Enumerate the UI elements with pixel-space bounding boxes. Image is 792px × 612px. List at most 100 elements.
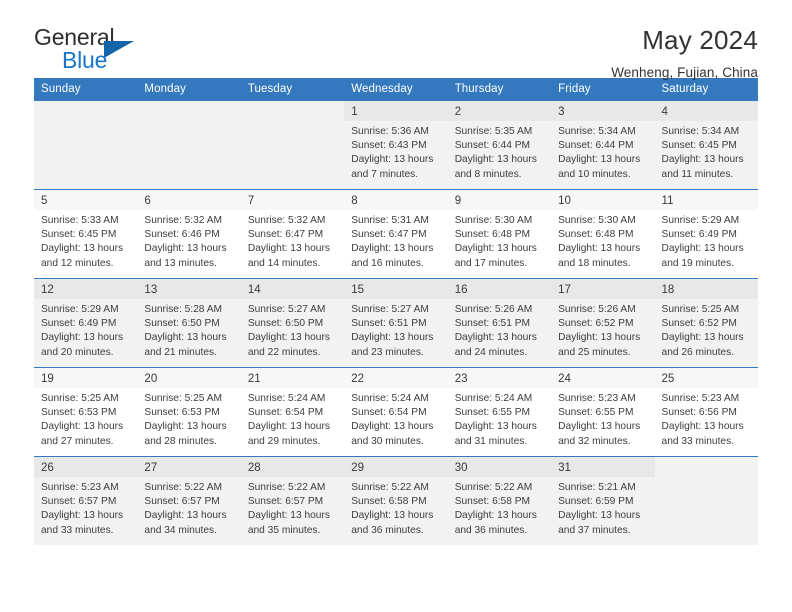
sunset-text: Sunset: 6:44 PM [454,140,531,152]
sunrise-text: Sunrise: 5:27 AM [247,304,326,315]
calendar-day-cell[interactable]: 24 Sunrise: 5:23 AM Sunset: 6:55 PM Dayligh… [551,367,655,457]
logo-text-blue: Blue [62,47,108,73]
calendar-day-cell-empty [137,100,241,190]
day-info: Sunrise: 5:22 AM Sunset: 6:58 PM Daylight:… [344,477,447,538]
day-info: Sunrise: 5:22 AM Sunset: 6:57 PM Daylight:… [137,477,240,538]
calendar-day-cell[interactable]: 25 Sunrise: 5:23 AM Sunset: 6:56 PM Dayligh… [654,367,758,457]
sunrise-text: Sunrise: 5:27 AM [351,304,429,315]
calendar-day-cell[interactable]: 14 Sunrise: 5:27 AM Sunset: 6:50 PM Dayligh… [240,278,345,368]
daylight-text-line2: and 34 minutes. [144,524,217,536]
calendar-day-cell[interactable]: 18 Sunrise: 5:25 AM Sunset: 6:52 PM Dayligh… [654,278,758,368]
sunrise-text: Sunrise: 5:29 AM [41,304,119,315]
calendar-day-cell[interactable]: 28 Sunrise: 5:22 AM Sunset: 6:57 PM Dayligh… [240,456,345,545]
sunrise-text: Sunrise: 5:21 AM [558,482,636,493]
calendar-day-cell-empty [240,100,345,190]
logo-triangle-icon [104,41,134,58]
daylight-text-line2: and 29 minutes. [247,435,321,447]
calendar-day-cell[interactable]: 23 Sunrise: 5:24 AM Sunset: 6:55 PM Dayligh… [447,367,552,457]
day-info: Sunrise: 5:27 AM Sunset: 6:50 PM Daylight:… [241,299,344,360]
sunset-text: Sunset: 6:58 PM [351,496,427,508]
calendar-day-cell[interactable]: 15 Sunrise: 5:27 AM Sunset: 6:51 PM Dayligh… [344,278,448,368]
calendar-day-cell[interactable]: 13 Sunrise: 5:28 AM Sunset: 6:50 PM Dayligh… [137,278,241,368]
calendar-day-cell[interactable]: 26 Sunrise: 5:23 AM Sunset: 6:57 PM Dayligh… [34,456,138,545]
daylight-text-line1: Daylight: 13 hours [661,243,744,255]
calendar-day-cell[interactable]: 7 Sunrise: 5:32 AM Sunset: 6:47 PM Daylight… [240,189,345,279]
calendar-day-cell[interactable]: 20 Sunrise: 5:25 AM Sunset: 6:53 PM Dayligh… [137,367,241,457]
day-number: 13 [137,279,241,299]
calendar-day-cell[interactable]: 21 Sunrise: 5:24 AM Sunset: 6:54 PM Dayligh… [240,367,345,457]
day-info: Sunrise: 5:21 AM Sunset: 6:59 PM Daylight:… [551,477,654,538]
calendar-day-cell[interactable]: 8 Sunrise: 5:31 AM Sunset: 6:47 PM Daylight… [344,189,448,279]
day-info: Sunrise: 5:24 AM Sunset: 6:54 PM Daylight:… [344,388,447,449]
calendar-day-cell[interactable]: 22 Sunrise: 5:24 AM Sunset: 6:54 PM Dayligh… [344,367,448,457]
day-info: Sunrise: 5:33 AM Sunset: 6:45 PM Daylight:… [34,210,137,271]
sunrise-text: Sunrise: 5:22 AM [144,482,223,493]
sunrise-text: Sunrise: 5:25 AM [41,393,119,404]
sunrise-text: Sunrise: 5:22 AM [454,482,533,493]
sunset-text: Sunset: 6:45 PM [41,229,117,241]
calendar-day-cell[interactable]: 17 Sunrise: 5:26 AM Sunset: 6:52 PM Dayligh… [551,278,655,368]
calendar-day-cell[interactable]: 10 Sunrise: 5:30 AM Sunset: 6:48 PM Dayligh… [551,189,655,279]
sunrise-text: Sunrise: 5:23 AM [558,393,636,404]
sunrise-text: Sunrise: 5:30 AM [558,215,636,226]
calendar-day-cell[interactable]: 19 Sunrise: 5:25 AM Sunset: 6:53 PM Dayligh… [34,367,138,457]
calendar-day-cell[interactable]: 9 Sunrise: 5:30 AM Sunset: 6:48 PM Daylight… [447,189,552,279]
day-info: Sunrise: 5:27 AM Sunset: 6:51 PM Daylight:… [344,299,447,360]
weekday-header-row: Sunday Monday Tuesday Wednesday Thursday… [34,78,758,101]
daylight-text-line1: Daylight: 13 hours [661,421,744,433]
daylight-text-line1: Daylight: 13 hours [144,332,227,344]
calendar-day-cell-empty [654,456,758,545]
calendar-day-cell[interactable]: 2 Sunrise: 5:35 AM Sunset: 6:44 PM Daylight… [447,100,552,190]
daylight-text-line2: and 7 minutes. [351,168,419,180]
daylight-text-line2: and 8 minutes. [454,168,522,180]
daylight-text-line1: Daylight: 13 hours [41,421,124,433]
title-block: May 2024 Wenheng, Fujian, China [611,25,758,80]
day-number: 12 [34,279,138,299]
sunset-text: Sunset: 6:48 PM [454,229,531,241]
day-number: 19 [34,368,138,388]
day-number: 25 [654,368,758,388]
calendar-day-cell[interactable]: 1 Sunrise: 5:36 AM Sunset: 6:43 PM Daylight… [344,100,448,190]
day-info: Sunrise: 5:34 AM Sunset: 6:45 PM Daylight:… [655,121,758,182]
general-blue-logo[interactable]: General Blue [34,26,154,74]
day-info: Sunrise: 5:23 AM Sunset: 6:57 PM Daylight:… [34,477,137,538]
calendar-day-cell[interactable]: 27 Sunrise: 5:22 AM Sunset: 6:57 PM Dayligh… [137,456,241,545]
daylight-text-line1: Daylight: 13 hours [558,510,641,522]
daylight-text-line1: Daylight: 13 hours [454,154,537,166]
sunset-text: Sunset: 6:57 PM [41,496,117,508]
daylight-text-line2: and 33 minutes. [41,524,114,536]
calendar-day-cell[interactable]: 11 Sunrise: 5:29 AM Sunset: 6:49 PM Dayligh… [654,189,758,279]
sunset-text: Sunset: 6:58 PM [454,496,531,508]
day-number: 31 [551,457,655,477]
day-number: 27 [137,457,241,477]
page-title: May 2024 [642,25,758,55]
day-number [137,102,240,122]
calendar-day-cell[interactable]: 30 Sunrise: 5:22 AM Sunset: 6:58 PM Dayligh… [447,456,552,545]
sunrise-text: Sunrise: 5:35 AM [454,126,533,137]
weekday-header-thursday: Thursday [447,78,552,101]
sunrise-text: Sunrise: 5:29 AM [661,215,740,226]
calendar-day-cell[interactable]: 12 Sunrise: 5:29 AM Sunset: 6:49 PM Dayligh… [34,278,138,368]
sunrise-text: Sunrise: 5:28 AM [144,304,223,315]
daylight-text-line1: Daylight: 13 hours [247,510,330,522]
calendar-day-cell[interactable]: 29 Sunrise: 5:22 AM Sunset: 6:58 PM Dayligh… [344,456,448,545]
daylight-text-line2: and 37 minutes. [558,524,631,536]
day-number: 2 [447,101,552,121]
calendar-day-cell[interactable]: 16 Sunrise: 5:26 AM Sunset: 6:51 PM Dayligh… [447,278,552,368]
calendar-day-cell[interactable]: 4 Sunrise: 5:34 AM Sunset: 6:45 PM Daylight… [654,100,758,190]
daylight-text-line1: Daylight: 13 hours [144,243,227,255]
day-info: Sunrise: 5:22 AM Sunset: 6:57 PM Daylight:… [241,477,344,538]
calendar-day-cell[interactable]: 31 Sunrise: 5:21 AM Sunset: 6:59 PM Dayligh… [551,456,655,545]
day-number: 3 [551,101,655,121]
calendar-day-cell[interactable]: 3 Sunrise: 5:34 AM Sunset: 6:44 PM Daylight… [551,100,655,190]
day-number: 5 [34,190,138,210]
daylight-text-line2: and 22 minutes. [247,346,321,358]
daylight-text-line2: and 33 minutes. [661,435,735,447]
day-number: 6 [137,190,241,210]
daylight-text-line1: Daylight: 13 hours [558,154,641,166]
day-info: Sunrise: 5:26 AM Sunset: 6:51 PM Daylight:… [448,299,551,360]
calendar-day-cell[interactable]: 5 Sunrise: 5:33 AM Sunset: 6:45 PM Daylight… [34,189,138,279]
daylight-text-line1: Daylight: 13 hours [558,243,641,255]
daylight-text-line2: and 18 minutes. [558,257,631,269]
calendar-day-cell[interactable]: 6 Sunrise: 5:32 AM Sunset: 6:46 PM Daylight… [137,189,241,279]
